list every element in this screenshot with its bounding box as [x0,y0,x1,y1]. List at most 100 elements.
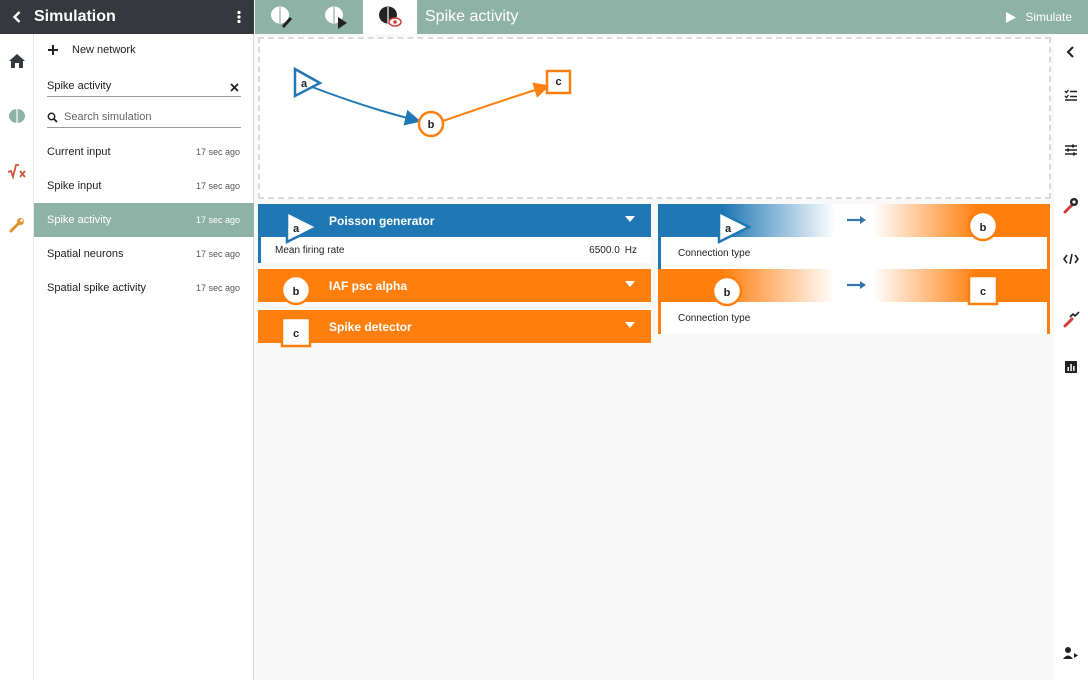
wrench-gear-icon [1063,198,1078,214]
nav-home[interactable] [0,44,34,78]
simulation-item-name: Current input [47,146,111,158]
simulation-item-time: 17 sec ago [195,249,240,259]
mode-activity-button[interactable] [363,0,417,34]
nav-network[interactable] [0,99,34,133]
graph-node-label: b [428,119,435,131]
right-tool-rail [1054,34,1088,680]
bar-chart-icon [1065,361,1077,373]
triangle-node-icon: a [717,210,752,245]
dropdown-arrow-icon[interactable] [625,322,635,328]
connection-source-label: b [724,287,731,299]
search-input[interactable]: Search simulation [64,111,241,123]
simulation-item-time: 17 sec ago [195,181,240,191]
back-button[interactable] [0,0,34,34]
wrench-icon [9,218,24,233]
user-play-button[interactable] [1054,636,1088,670]
simulation-item-active[interactable]: Spike activity 17 sec ago [34,203,254,237]
checklist-button[interactable] [1054,78,1088,112]
network-graph[interactable]: a b c [258,37,1051,199]
play-icon [1006,11,1017,23]
activity-chart-button[interactable] [1054,350,1088,384]
collapse-panel-button[interactable] [1054,35,1088,69]
node-model-name: Spike detector [329,319,412,334]
chevron-left-icon [12,11,21,23]
simulation-item-name: Spatial spike activity [47,282,147,294]
simulation-item[interactable]: Spatial spike activity 17 sec ago [34,271,254,305]
user-play-icon [1063,647,1078,659]
connection-type-label: Connection type [678,247,751,259]
brain-edit-icon [271,6,293,28]
simulate-button[interactable]: Simulate [1005,10,1072,24]
more-vert-icon [237,10,241,24]
new-network-button[interactable]: New network [34,34,254,66]
circle-node-icon: b [280,274,312,306]
checklist-icon [1064,89,1077,101]
connection-source-label: a [725,223,732,235]
code-icon [1063,253,1079,265]
filter-field[interactable]: Spike activity [47,69,241,97]
brain-icon [9,109,25,123]
chevron-left-icon [1066,46,1074,58]
node-label: a [293,223,300,235]
simulation-item[interactable]: Current input 17 sec ago [34,135,254,169]
tool-settings-button[interactable] [1054,188,1088,222]
recording-tool-button[interactable] [1054,302,1088,336]
function-icon [7,164,26,179]
square-node-icon: c [280,316,312,348]
app-window: Simulation New network Spike activity Se… [0,0,1088,680]
simulation-item-time: 17 sec ago [195,215,240,225]
nav-settings[interactable] [0,208,34,242]
simulation-item-name: Spatial neurons [47,248,124,260]
home-icon [9,54,25,68]
wrench-chart-icon [1063,311,1080,328]
node-label: b [293,286,300,298]
brain-play-icon [325,6,347,29]
more-menu-button[interactable] [224,0,254,34]
graph-edge-b-c[interactable] [442,82,550,122]
new-network-label: New network [72,44,136,56]
square-node-icon: c [967,274,999,306]
node-header[interactable]: a Poisson generator [258,204,651,245]
node-model-name: Poisson generator [329,213,435,228]
graph-edge-a-b[interactable] [311,86,421,126]
connection-header[interactable]: b c [658,269,1050,307]
node-header[interactable]: c Spike detector [258,310,651,348]
simulation-item-name: Spike input [47,180,102,192]
node-label: c [293,328,299,340]
node-model-name: IAF psc alpha [329,278,408,293]
dropdown-arrow-icon[interactable] [625,216,635,222]
mode-explore-button[interactable] [309,0,363,34]
sliders-button[interactable] [1054,133,1088,167]
code-button[interactable] [1054,242,1088,276]
simulation-item[interactable]: Spatial neurons 17 sec ago [34,237,254,271]
nav-models[interactable] [0,154,34,188]
graph-node-label: a [301,78,308,90]
param-name: Mean firing rate [275,244,345,256]
clear-filter-button[interactable] [227,83,241,92]
sidebar-title: Simulation [34,8,116,25]
graph-node-c[interactable]: c [545,69,572,95]
param-value[interactable]: 6500.0 [589,245,620,256]
view-title: Spike activity [425,8,519,25]
search-field[interactable]: Search simulation [47,100,241,128]
network-graph-svg: a b c [293,66,572,138]
topbar: Spike activity Simulate [255,0,1088,34]
simulation-item[interactable]: Spike input 17 sec ago [34,169,254,203]
triangle-node-icon: a [285,210,320,245]
graph-node-a[interactable]: a [293,66,323,99]
circle-node-icon: b [711,275,743,307]
mode-edit-button[interactable] [255,0,309,34]
node-card-a: a Poisson generator Mean firing rate 650… [258,204,651,263]
sidebar-header: Simulation [0,0,254,34]
node-card-b: b IAF psc alpha [258,269,651,306]
simulation-item-time: 17 sec ago [195,147,240,157]
simulation-list-panel: New network Spike activity Search simula… [34,34,254,680]
graph-node-label: c [555,76,561,88]
simulation-item-time: 17 sec ago [195,283,240,293]
node-header[interactable]: b IAF psc alpha [258,269,651,306]
sliders-icon [1065,144,1077,156]
dropdown-arrow-icon[interactable] [625,281,635,287]
connection-header[interactable]: a b [658,204,1050,245]
graph-node-b[interactable]: b [417,110,445,138]
filter-input[interactable]: Spike activity [47,80,227,92]
